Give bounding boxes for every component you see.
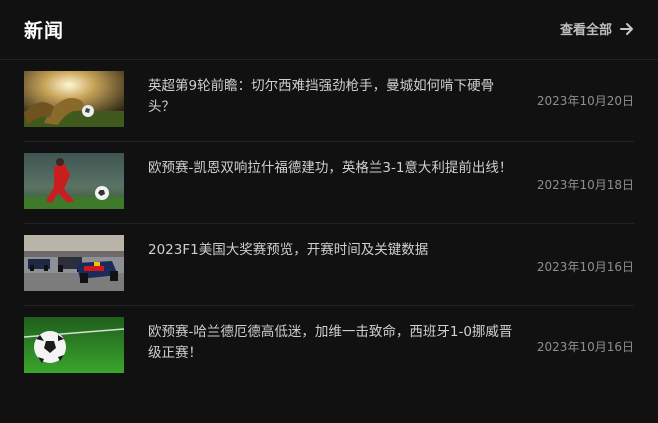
news-item[interactable]: 欧预赛-哈兰德厄德高低迷，加维一击致命，西班牙1-0挪威晋级正赛！ 2023年1… bbox=[24, 306, 634, 388]
news-thumbnail[interactable] bbox=[24, 153, 124, 209]
news-date: 2023年10月20日 bbox=[536, 94, 634, 108]
news-title[interactable]: 欧预赛-哈兰德厄德高低迷，加维一击致命，西班牙1-0挪威晋级正赛！ bbox=[148, 322, 518, 364]
news-title[interactable]: 欧预赛-凯恩双响拉什福德建功，英格兰3-1意大利提前出线！ bbox=[148, 158, 518, 179]
news-thumbnail[interactable] bbox=[24, 235, 124, 291]
news-title[interactable]: 2023F1美国大奖赛预览，开赛时间及关键数据 bbox=[148, 240, 518, 261]
news-item[interactable]: 欧预赛-凯恩双响拉什福德建功，英格兰3-1意大利提前出线！ 2023年10月18… bbox=[24, 142, 634, 224]
news-thumbnail[interactable] bbox=[24, 317, 124, 373]
news-date: 2023年10月16日 bbox=[536, 340, 634, 354]
news-header: 新闻 查看全部 bbox=[0, 0, 658, 60]
view-all-label: 查看全部 bbox=[559, 23, 612, 38]
news-item[interactable]: 2023F1美国大奖赛预览，开赛时间及关键数据 2023年10月16日 bbox=[24, 224, 634, 306]
news-item[interactable]: 英超第9轮前瞻：切尔西难挡强劲枪手，曼城如何啃下硬骨头？ 2023年10月20日 bbox=[24, 60, 634, 142]
view-all-link[interactable]: 查看全部 bbox=[560, 19, 634, 38]
news-thumbnail[interactable] bbox=[24, 71, 124, 127]
news-list: 英超第9轮前瞻：切尔西难挡强劲枪手，曼城如何啃下硬骨头？ 2023年10月20日 bbox=[24, 60, 634, 388]
section-title: 新闻 bbox=[24, 20, 65, 42]
arrow-right-icon bbox=[620, 22, 634, 36]
news-date: 2023年10月16日 bbox=[536, 260, 634, 274]
news-title[interactable]: 英超第9轮前瞻：切尔西难挡强劲枪手，曼城如何啃下硬骨头？ bbox=[148, 76, 518, 118]
news-date: 2023年10月18日 bbox=[536, 178, 634, 192]
